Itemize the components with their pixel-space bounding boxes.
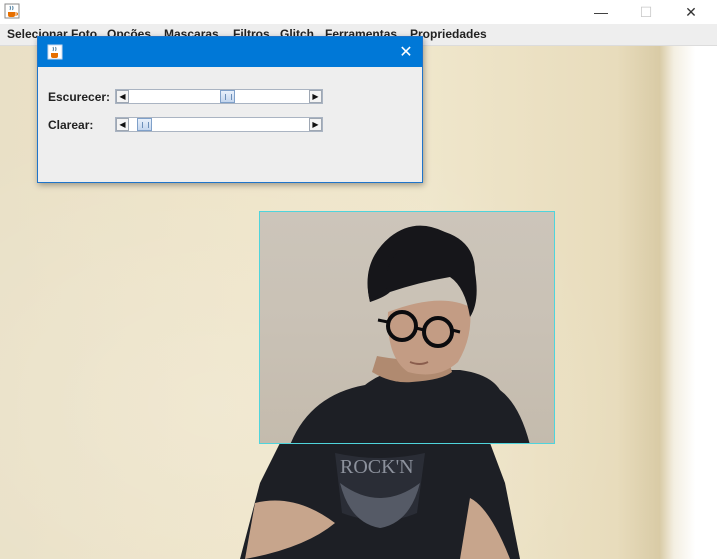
adjust-dialog: ✕ Escurecer: ◀ ▶ Clarear: ◀ ▶ <box>37 36 423 183</box>
escurecer-slider[interactable]: ◀ ▶ <box>115 89 323 104</box>
svg-text:ROCK'N: ROCK'N <box>340 456 414 478</box>
escurecer-label: Escurecer: <box>48 90 111 104</box>
window-titlebar: — ☐ ✕ <box>0 0 717 24</box>
java-cup-icon <box>47 44 63 60</box>
photo-selection[interactable] <box>259 211 555 444</box>
scroll-left-arrow-icon[interactable]: ◀ <box>116 118 129 131</box>
clarear-slider-thumb[interactable] <box>137 118 153 131</box>
scroll-left-arrow-icon[interactable]: ◀ <box>116 90 129 103</box>
minimize-button[interactable]: — <box>578 0 624 24</box>
maximize-button[interactable]: ☐ <box>623 0 669 24</box>
clarear-label: Clarear: <box>48 118 94 132</box>
dialog-titlebar: ✕ <box>38 37 422 67</box>
person-shirt-lower: ROCK'N <box>240 443 520 559</box>
portrait-image <box>290 225 530 443</box>
java-cup-icon <box>4 3 20 19</box>
scroll-right-arrow-icon[interactable]: ▶ <box>309 90 322 103</box>
clarear-slider[interactable]: ◀ ▶ <box>115 117 323 132</box>
close-window-button[interactable]: ✕ <box>668 0 714 24</box>
dialog-close-button[interactable]: ✕ <box>394 40 418 64</box>
escurecer-slider-thumb[interactable] <box>219 90 235 103</box>
scroll-right-arrow-icon[interactable]: ▶ <box>309 118 322 131</box>
